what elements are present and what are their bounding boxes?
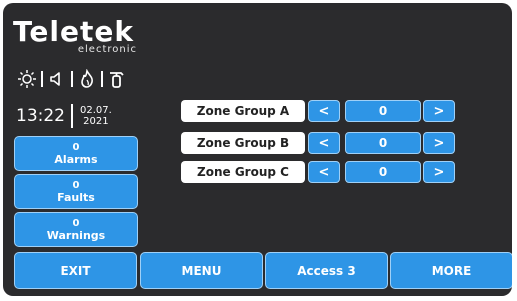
divider <box>71 104 73 128</box>
clock-time: 13:22 <box>16 106 65 126</box>
zone-group-a-decrement-button[interactable]: < <box>308 100 340 122</box>
zone-group-b-label: Zone Group B <box>181 132 305 154</box>
zone-group-b-value[interactable]: 0 <box>345 132 421 154</box>
zone-group-c-increment-button[interactable]: > <box>423 161 455 183</box>
exit-button[interactable]: EXIT <box>14 252 137 289</box>
divider <box>71 71 73 87</box>
alarms-label: Alarms <box>54 153 98 166</box>
brightness-icon[interactable] <box>16 68 38 90</box>
zone-group-a-value[interactable]: 0 <box>345 100 421 122</box>
zone-group-b-increment-button[interactable]: > <box>423 132 455 154</box>
warnings-button[interactable]: 0 Warnings <box>14 212 138 247</box>
clock-date-day-month: 02.07. <box>80 105 112 116</box>
zone-group-c-label: Zone Group C <box>181 161 305 183</box>
alarms-count: 0 <box>72 142 80 153</box>
zone-group-a-label: Zone Group A <box>181 100 305 122</box>
faults-button[interactable]: 0 Faults <box>14 174 138 209</box>
faults-count: 0 <box>72 180 80 191</box>
warnings-label: Warnings <box>46 229 106 242</box>
divider <box>41 71 43 87</box>
warnings-count: 0 <box>72 218 80 229</box>
more-button[interactable]: MORE <box>390 252 512 289</box>
brand-name: Teletek <box>13 15 134 48</box>
clock-date-year: 2021 <box>83 116 109 127</box>
access-level-button[interactable]: Access 3 <box>265 252 388 289</box>
status-icons-bar <box>16 68 128 90</box>
zone-group-b-decrement-button[interactable]: < <box>308 132 340 154</box>
clock: 13:22 02.07. 2021 <box>16 101 112 131</box>
menu-button[interactable]: MENU <box>140 252 263 289</box>
speaker-icon[interactable] <box>46 68 68 90</box>
extinguisher-icon[interactable] <box>106 68 128 90</box>
divider <box>101 71 103 87</box>
alarms-button[interactable]: 0 Alarms <box>14 136 138 171</box>
clock-date: 02.07. 2021 <box>80 105 112 127</box>
zone-group-c-value[interactable]: 0 <box>345 161 421 183</box>
fire-icon[interactable] <box>76 68 98 90</box>
faults-label: Faults <box>57 191 95 204</box>
zone-group-c-decrement-button[interactable]: < <box>308 161 340 183</box>
panel-screen: Teletek electronic 13:22 02.07. 2021 0 A… <box>3 3 512 296</box>
brand-logo: Teletek electronic <box>13 15 143 56</box>
zone-group-a-increment-button[interactable]: > <box>423 100 455 122</box>
